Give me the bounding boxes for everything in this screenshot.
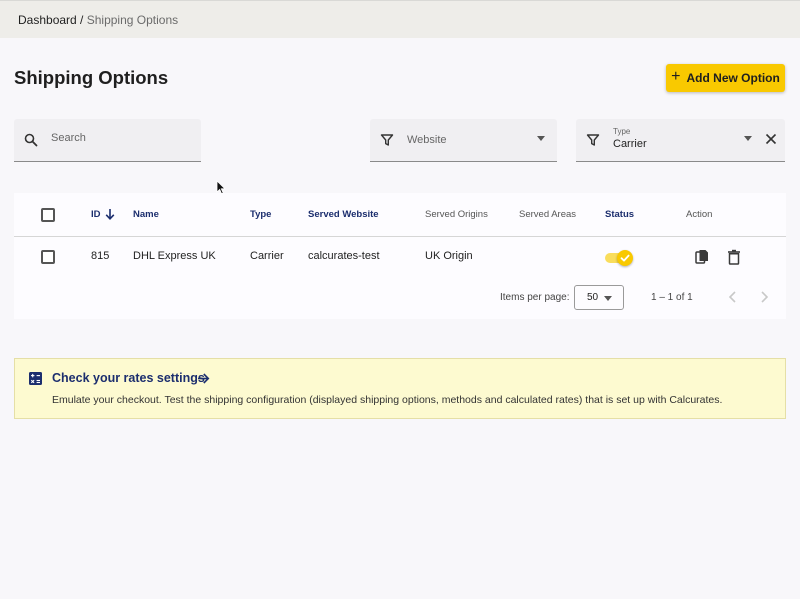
column-header-type[interactable]: Type: [250, 209, 271, 220]
plus-icon: +: [671, 68, 681, 85]
check-icon: [620, 254, 630, 262]
filter-icon: [380, 134, 394, 146]
filter-icon: [586, 134, 600, 146]
next-page-icon[interactable]: [756, 289, 772, 305]
rates-settings-description: Emulate your checkout. Test the shipping…: [52, 394, 723, 406]
page-range-label: 1 – 1 of 1: [651, 292, 693, 303]
delete-icon[interactable]: [727, 249, 741, 265]
website-filter-select[interactable]: Website: [370, 119, 557, 162]
column-header-status[interactable]: Status: [605, 209, 634, 220]
column-header-name[interactable]: Name: [133, 209, 159, 220]
rates-settings-link[interactable]: Check your rates settings: [52, 371, 205, 385]
chevron-down-icon: [604, 296, 612, 301]
top-bar: Dashboard / Shipping Options: [0, 0, 800, 38]
breadcrumb: Dashboard / Shipping Options: [18, 13, 178, 27]
search-placeholder: Search: [51, 132, 86, 144]
arrow-right-icon[interactable]: [197, 372, 210, 385]
row-served-origins: UK Origin: [425, 250, 473, 262]
previous-page-icon[interactable]: [725, 289, 741, 305]
shipping-options-table: ID Name Type Served Website Served Origi…: [14, 193, 786, 319]
search-icon: [24, 133, 38, 147]
items-per-page-label: Items per page:: [500, 292, 570, 303]
calculator-icon: [29, 372, 42, 385]
paginator: Items per page: 50 1 – 1 of 1: [14, 277, 786, 319]
breadcrumb-dashboard-link[interactable]: Dashboard: [18, 13, 77, 27]
arrow-down-icon: [105, 209, 115, 220]
rates-settings-card: Check your rates settings Emulate your c…: [14, 358, 786, 419]
close-icon[interactable]: [765, 133, 777, 145]
items-per-page-value: 50: [587, 292, 599, 303]
items-per-page-select[interactable]: 50: [574, 285, 624, 310]
column-header-id[interactable]: ID: [91, 209, 115, 220]
column-header-served-website[interactable]: Served Website: [308, 209, 379, 220]
row-type: Carrier: [250, 250, 284, 262]
breadcrumb-separator: /: [76, 13, 87, 27]
type-filter-label: Type: [613, 127, 631, 136]
column-header-served-origins: Served Origins: [425, 209, 488, 220]
row-id: 815: [91, 250, 110, 262]
chevron-down-icon: [744, 136, 752, 141]
page-title: Shipping Options: [14, 67, 169, 88]
column-header-action: Action: [686, 209, 713, 220]
row-name: DHL Express UK: [133, 250, 216, 262]
table-row: 815 DHL Express UK Carrier calcurates-te…: [14, 237, 786, 277]
website-filter-placeholder: Website: [407, 134, 447, 146]
type-filter-value: Carrier: [613, 138, 647, 150]
row-served-website: calcurates-test: [308, 250, 380, 262]
chevron-down-icon: [537, 136, 545, 141]
status-toggle-thumb: [617, 250, 633, 266]
add-new-option-label: Add New Option: [686, 71, 780, 85]
breadcrumb-current: Shipping Options: [86, 13, 179, 27]
column-header-served-areas: Served Areas: [519, 209, 577, 220]
row-select-checkbox[interactable]: [41, 250, 55, 264]
column-header-id-label: ID: [91, 209, 101, 220]
type-filter-select[interactable]: Type Carrier: [576, 119, 785, 162]
table-header: ID Name Type Served Website Served Origi…: [14, 193, 786, 237]
copy-icon[interactable]: [695, 249, 709, 265]
select-all-checkbox[interactable]: [41, 208, 55, 222]
status-toggle[interactable]: [605, 250, 635, 266]
add-new-option-button[interactable]: + Add New Option: [666, 64, 785, 92]
search-input[interactable]: Search: [14, 119, 201, 162]
